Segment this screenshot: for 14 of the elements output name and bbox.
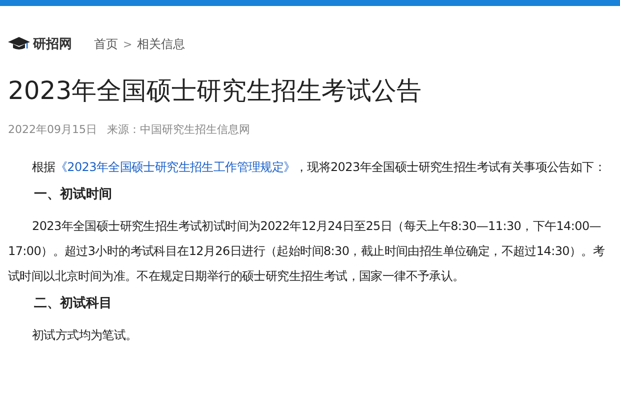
source-label: 来源：中国研究生招生信息网	[107, 122, 250, 137]
graduation-cap-icon	[8, 37, 30, 51]
article-title: 2023年全国硕士研究生招生考试公告	[8, 75, 423, 107]
paragraph: 2023年全国硕士研究生招生考试初试时间为2022年12月24日至25日（每天上午8:30—11:30，下午14:00—17:00）。超过3小时的考试科目在12月26日进行（起始时间8:30，截止时间由招生单位确定，不超过14:30）。考试时间以北京时间为准。不在规定日期举行的硕士研究生招生考试，国家一律不予承认。	[8, 218, 606, 285]
breadcrumb-link[interactable]: 首页	[94, 36, 118, 52]
publish-date: 2022年09月15日	[8, 122, 97, 137]
paragraph: 初试方式均为笔试。	[31, 327, 138, 344]
document-link[interactable]: 《2023年全国硕士研究生招生工作管理规定》	[55, 160, 296, 174]
breadcrumb-link[interactable]: 相关信息	[137, 36, 186, 52]
breadcrumb-separator: >	[123, 38, 132, 50]
site-logo[interactable]: 研招网	[8, 35, 72, 53]
section-heading: 二、初试科目	[33, 294, 113, 313]
paragraph: 根据《2023年全国硕士研究生招生工作管理规定》，现将2023年全国硕士研究生招生考试有关事项公告如下：	[31, 159, 606, 176]
section-heading: 一、初试时间	[33, 186, 113, 204]
